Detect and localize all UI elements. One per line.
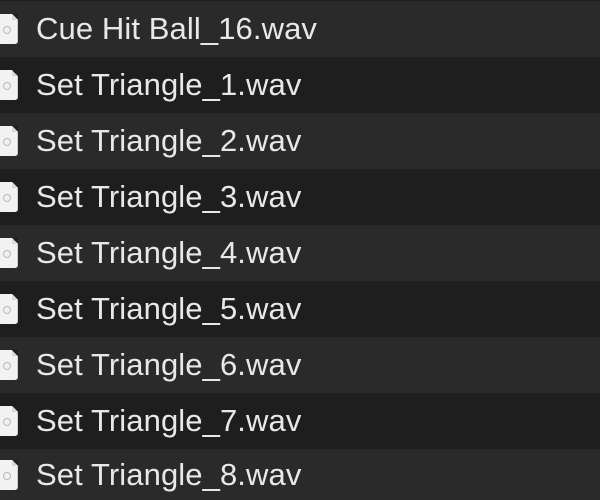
- audio-file-icon: [0, 406, 18, 436]
- file-row[interactable]: Set Triangle_6.wav: [0, 337, 600, 393]
- file-row[interactable]: Set Triangle_4.wav: [0, 225, 600, 281]
- audio-file-icon: [0, 126, 18, 156]
- file-name: Set Triangle_8.wav: [36, 456, 302, 492]
- audio-file-icon: [0, 459, 18, 490]
- file-row[interactable]: Set Triangle_8.wav: [0, 449, 600, 500]
- file-row[interactable]: Set Triangle_1.wav: [0, 57, 600, 113]
- file-row[interactable]: Set Triangle_3.wav: [0, 169, 600, 225]
- audio-file-icon: [0, 14, 18, 44]
- file-name: Set Triangle_3.wav: [36, 179, 302, 214]
- audio-file-icon: [0, 350, 18, 380]
- audio-file-icon: [0, 182, 18, 212]
- audio-file-icon: [0, 294, 18, 324]
- audio-file-icon: [0, 238, 18, 268]
- file-row[interactable]: Set Triangle_7.wav: [0, 393, 600, 449]
- file-row[interactable]: Set Triangle_2.wav: [0, 113, 600, 169]
- file-name: Set Triangle_7.wav: [36, 403, 302, 438]
- file-list: Cue Hit Ball_16.wav Set Triangle_1.wav S…: [0, 0, 600, 500]
- file-name: Set Triangle_1.wav: [36, 67, 302, 102]
- file-row[interactable]: Set Triangle_5.wav: [0, 281, 600, 337]
- file-name: Set Triangle_5.wav: [36, 291, 302, 326]
- file-name: Cue Hit Ball_16.wav: [36, 11, 318, 46]
- file-name: Set Triangle_2.wav: [36, 123, 302, 158]
- file-name: Set Triangle_4.wav: [36, 235, 302, 270]
- audio-file-icon: [0, 70, 18, 100]
- file-name: Set Triangle_6.wav: [36, 347, 302, 382]
- file-row[interactable]: Cue Hit Ball_16.wav: [0, 1, 600, 57]
